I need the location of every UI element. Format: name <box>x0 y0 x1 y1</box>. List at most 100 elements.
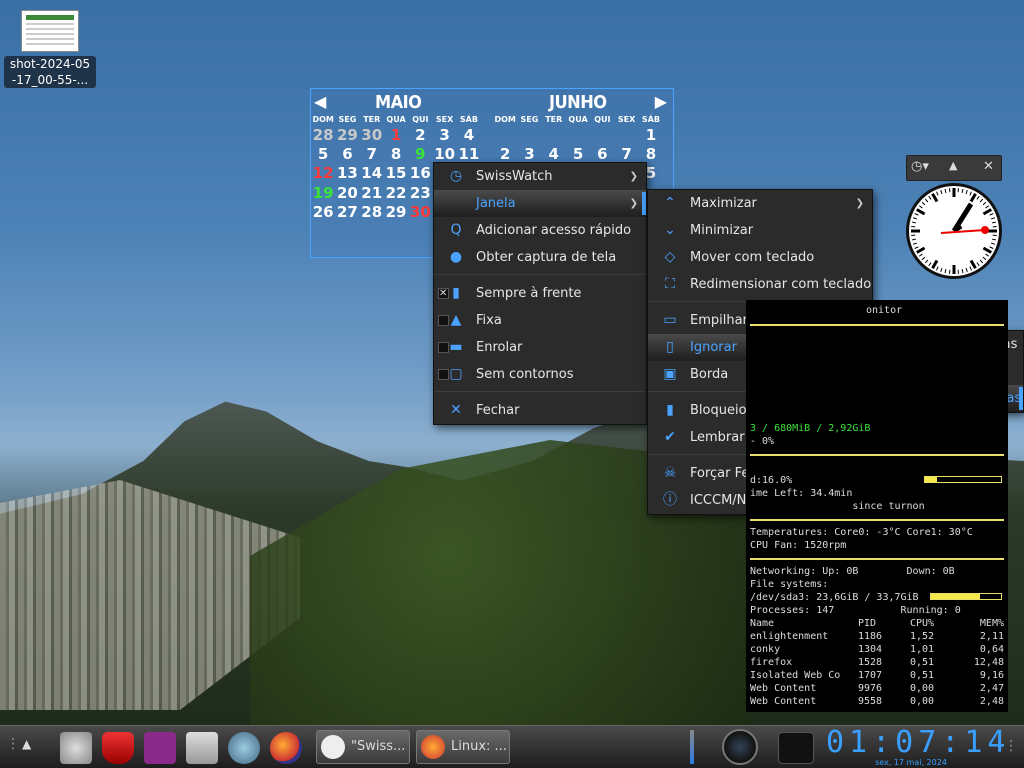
menu-item-maximizar[interactable]: ⌃ Maximizar ❯ <box>648 190 872 217</box>
calendar-day[interactable]: 20 <box>335 184 359 203</box>
calendar-day <box>590 126 614 145</box>
stack-icon: ▭ <box>663 312 677 328</box>
conky-line: ime Left: 34.4min <box>750 488 853 499</box>
calendar-day[interactable]: 26 <box>311 203 335 222</box>
calendar-day[interactable]: 9 <box>408 145 432 164</box>
menu-item-swisswatch[interactable]: ◷ SwissWatch ❯ <box>434 163 646 190</box>
calendar-day[interactable]: 30 <box>408 203 432 222</box>
calendar-day[interactable]: 22 <box>384 184 408 203</box>
weekday-label: TER <box>545 115 563 124</box>
calendar-day[interactable]: 8 <box>384 145 408 164</box>
calendar-day[interactable]: 23 <box>408 184 432 203</box>
clock-small-icon[interactable]: ◷▾ <box>911 159 929 174</box>
menu-item-label: Janela <box>476 196 516 211</box>
menu-item-label: Minimizar <box>690 223 754 238</box>
menu-item-janela[interactable]: Janela ❯ <box>434 190 646 217</box>
mixer-icon[interactable] <box>722 729 758 765</box>
desktop-icon-screenshot[interactable]: shot-2024-05 -17_00-55-... <box>4 6 96 88</box>
calendar-day[interactable]: 4 <box>457 126 481 145</box>
calendar-day[interactable]: 1 <box>639 126 663 145</box>
menu-item-label: Mover com teclado <box>690 250 815 265</box>
volume-slider[interactable] <box>690 730 694 764</box>
comodo-icon[interactable] <box>102 732 134 764</box>
calendar-day[interactable]: 7 <box>360 145 384 164</box>
menu-item-minimizar[interactable]: ⌄ Minimizar <box>648 217 872 244</box>
calendar-day[interactable]: 29 <box>384 203 408 222</box>
pin-icon: ▲ <box>450 312 462 328</box>
menu-item-label: Borda <box>690 367 729 382</box>
menu-item-label: Redimensionar com teclado <box>690 277 872 292</box>
calendar-day[interactable]: 27 <box>335 203 359 222</box>
task-linux[interactable]: Linux: ... <box>416 730 510 764</box>
screenshot-app-icon[interactable] <box>60 732 92 764</box>
calendar-day[interactable]: 1 <box>384 126 408 145</box>
swisswatch-gadget[interactable]: ◷▾ ▲ ✕ <box>906 155 1002 285</box>
weekday-label: SEX <box>617 115 636 124</box>
shelf-handle-right-icon[interactable]: ⋮ <box>1004 738 1018 754</box>
terminal-icon[interactable] <box>144 732 176 764</box>
menu-item-label: Adicionar acesso rápido <box>476 223 632 238</box>
menu-item-obter-captura-de-tela[interactable]: ● Obter captura de tela <box>434 244 646 271</box>
process-cell: 0,64 <box>979 644 1004 655</box>
calendar-day[interactable]: 28 <box>360 203 384 222</box>
menu-item-label: Fixa <box>476 313 502 328</box>
clock-icon: ◷ <box>449 168 463 184</box>
menu-item-label: Ignorar <box>690 340 737 355</box>
menu-item-sem-contornos[interactable]: ▢ Sem contornos <box>434 361 646 388</box>
calendar-day[interactable]: 2 <box>408 126 432 145</box>
start-menu-icon[interactable]: ▲ <box>22 737 31 751</box>
menu-item-mover-com-teclado[interactable]: ◇ Mover com teclado <box>648 244 872 271</box>
chevron-down-icon: ⌄ <box>664 222 676 238</box>
file-manager-icon[interactable] <box>186 732 218 764</box>
calendar-day <box>517 126 541 145</box>
conky-line: Temperatures: Core0: -3°C Core1: 30°C <box>750 527 973 538</box>
conky-title: onitor <box>866 305 903 316</box>
taskbar: ⋮ ▲ "Swiss... Linux: ... 01:07:14 sex, 1… <box>0 725 1024 768</box>
task-swisswatch[interactable]: "Swiss... <box>316 730 410 764</box>
power-plug-icon[interactable] <box>778 732 814 764</box>
calendar-day[interactable]: 21 <box>360 184 384 203</box>
menu-item-sempre-frente[interactable]: ▮ Sempre à frente <box>434 280 646 307</box>
calendar-day[interactable]: 30 <box>360 126 384 145</box>
weekday-label: SÁB <box>641 115 660 124</box>
conky-system-monitor: onitor 3 / 680MiB / 2,92GiB - 0% d:16.0%… <box>746 300 1008 712</box>
process-cell: 9,16 <box>979 670 1004 681</box>
conky-line: Processes: 147 Running: 0 <box>750 605 961 616</box>
menu-item-adicionar-acesso-r-pido[interactable]: Q Adicionar acesso rápido <box>434 217 646 244</box>
digital-clock[interactable]: 01:07:14 sex, 17 mai, 2024 <box>826 726 1006 768</box>
padlock-icon: ▮ <box>666 402 674 418</box>
process-cell: 12,48 <box>973 657 1004 668</box>
check-icon: ✔ <box>664 429 676 445</box>
calendar-day[interactable]: 15 <box>384 164 408 183</box>
weekday-label: TER <box>363 115 381 124</box>
browser-icon[interactable] <box>228 732 260 764</box>
calendar-day[interactable]: 28 <box>311 126 335 145</box>
menu-item-enrolar[interactable]: ▬ Enrolar <box>434 334 646 361</box>
gadget-up-icon[interactable]: ▲ <box>949 159 957 172</box>
menu-item-fixa[interactable]: ▲ Fixa <box>434 307 646 334</box>
conky-line: 3 / 680MiB / 2,92GiB <box>750 423 871 434</box>
weekday-label: SÁB <box>459 115 478 124</box>
calendar-day[interactable]: 12 <box>311 164 335 183</box>
firefox-icon[interactable] <box>270 732 302 764</box>
next-month-icon[interactable]: ▶ <box>655 92 667 111</box>
desktop-icon-label: shot-2024-05 -17_00-55-... <box>4 56 96 88</box>
calendar-day[interactable]: 5 <box>311 145 335 164</box>
weekday-label: QUA <box>386 115 406 124</box>
battery-bar <box>924 476 1002 483</box>
prev-month-icon[interactable]: ◀ <box>314 92 326 111</box>
calendar-day[interactable]: 6 <box>335 145 359 164</box>
menu-item-redimensionar-com-teclado[interactable]: ⛶ Redimensionar com teclado <box>648 271 872 298</box>
shelf-handle-icon[interactable]: ⋮ <box>6 736 20 752</box>
calendar-day[interactable]: 13 <box>335 164 359 183</box>
calendar-day[interactable]: 3 <box>432 126 456 145</box>
calendar-day[interactable]: 19 <box>311 184 335 203</box>
menu-item-fechar[interactable]: ✕ Fechar <box>434 397 646 424</box>
calendar-day[interactable]: 29 <box>335 126 359 145</box>
gadget-close-icon[interactable]: ✕ <box>983 159 994 174</box>
calendar-day[interactable]: 14 <box>360 164 384 183</box>
conky-line: Networking: Up: 0B Down: 0B <box>750 566 955 577</box>
month2-title: JUNHO <box>549 92 607 113</box>
weekday-label: SEX <box>435 115 454 124</box>
calendar-day[interactable]: 16 <box>408 164 432 183</box>
